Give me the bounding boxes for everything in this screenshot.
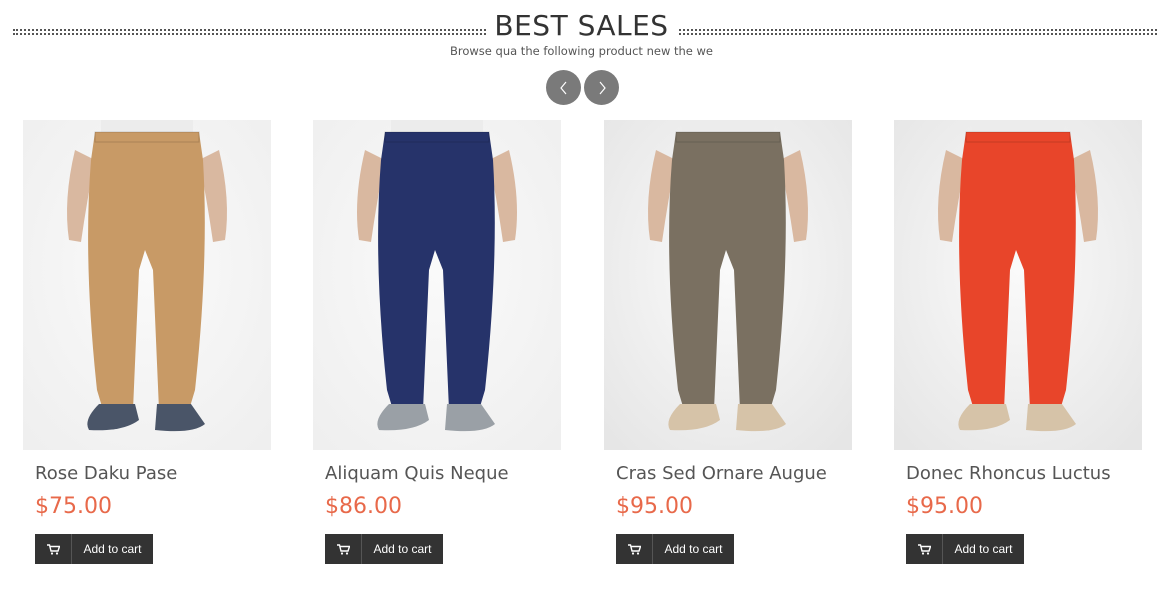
product-image[interactable] [604, 120, 852, 450]
product-card[interactable]: Cras Sed Ornare Augue $95.00 Add to cart [604, 120, 852, 570]
product-price: $95.00 [906, 494, 983, 519]
add-to-cart-label: Add to cart [664, 542, 723, 556]
add-to-cart-button[interactable]: Add to cart [325, 534, 443, 564]
product-image[interactable] [894, 120, 1142, 450]
product-photo [313, 120, 561, 450]
product-image[interactable] [313, 120, 561, 450]
cart-icon [616, 534, 653, 564]
carousel-prev-button[interactable] [546, 70, 581, 105]
add-to-cart-label: Add to cart [83, 542, 142, 556]
chevron-right-icon [599, 81, 606, 94]
section-subtitle: Browse qua the following product new the… [449, 44, 714, 58]
carousel-next-button[interactable] [584, 70, 619, 105]
product-name[interactable]: Cras Sed Ornare Augue [616, 463, 827, 484]
product-image[interactable] [23, 120, 271, 450]
cart-icon [906, 534, 943, 564]
product-name[interactable]: Rose Daku Pase [35, 463, 177, 484]
add-to-cart-button[interactable]: Add to cart [616, 534, 734, 564]
product-name[interactable]: Donec Rhoncus Luctus [906, 463, 1111, 484]
product-name[interactable]: Aliquam Quis Neque [325, 463, 509, 484]
product-card[interactable]: Donec Rhoncus Luctus $95.00 Add to cart [894, 120, 1142, 570]
cart-icon [325, 534, 362, 564]
product-card[interactable]: Aliquam Quis Neque $86.00 Add to cart [313, 120, 561, 570]
cart-icon [35, 534, 72, 564]
section-header: BEST SALES Browse qua the following prod… [0, 0, 1163, 110]
chevron-left-icon [559, 81, 566, 94]
add-to-cart-label: Add to cart [954, 542, 1013, 556]
product-price: $75.00 [35, 494, 112, 519]
add-to-cart-label: Add to cart [373, 542, 432, 556]
section-title: BEST SALES [494, 9, 669, 42]
product-photo [604, 120, 852, 450]
add-to-cart-button[interactable]: Add to cart [35, 534, 153, 564]
add-to-cart-button[interactable]: Add to cart [906, 534, 1024, 564]
product-photo [23, 120, 271, 450]
product-price: $95.00 [616, 494, 693, 519]
product-card[interactable]: Rose Daku Pase $75.00 Add to cart [23, 120, 271, 570]
product-photo [894, 120, 1142, 450]
product-price: $86.00 [325, 494, 402, 519]
